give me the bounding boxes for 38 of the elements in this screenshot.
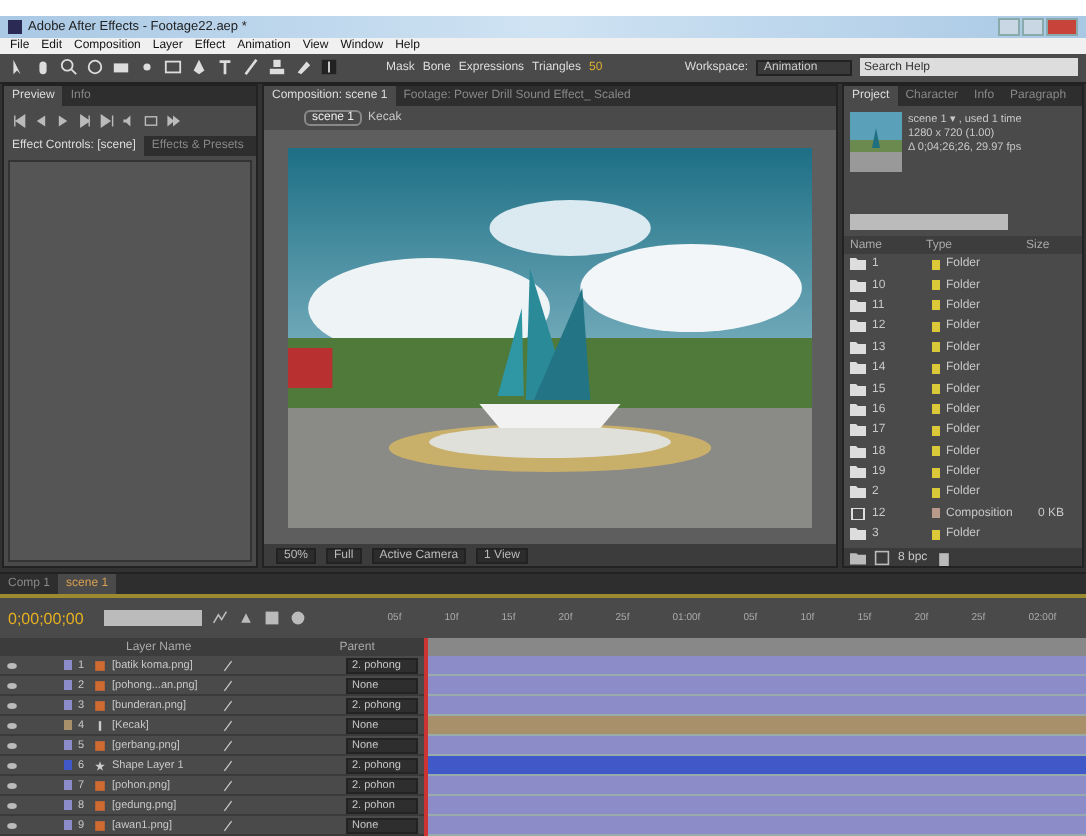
- rectangle-icon[interactable]: [164, 58, 182, 77]
- label-color[interactable]: [64, 760, 72, 770]
- ram-preview-icon[interactable]: [166, 114, 180, 128]
- image-icon[interactable]: [94, 739, 106, 751]
- label-color[interactable]: [64, 740, 72, 750]
- star-icon[interactable]: [94, 759, 106, 771]
- close-button[interactable]: [1046, 17, 1078, 36]
- stamp-icon[interactable]: [268, 58, 286, 77]
- hand-icon[interactable]: [34, 58, 52, 77]
- label-color[interactable]: [64, 800, 72, 810]
- current-time[interactable]: 0;00;00;00: [8, 609, 94, 627]
- graph-icon[interactable]: [212, 610, 228, 626]
- layer-bar[interactable]: [428, 756, 1086, 776]
- zoom-icon[interactable]: [60, 58, 78, 77]
- pen-icon[interactable]: [190, 58, 208, 77]
- label-color[interactable]: [64, 780, 72, 790]
- composition-icon[interactable]: [874, 549, 890, 565]
- audio-icon[interactable]: [122, 114, 136, 128]
- eraser-icon[interactable]: [294, 58, 312, 77]
- last-frame-icon[interactable]: [100, 114, 114, 128]
- search-field[interactable]: [104, 610, 202, 626]
- label-color[interactable]: [64, 700, 72, 710]
- label-color[interactable]: [64, 720, 72, 730]
- label-color[interactable]: [64, 680, 72, 690]
- audio-icon[interactable]: [94, 719, 106, 731]
- label-color[interactable]: [64, 820, 72, 830]
- composition-icon: [850, 507, 866, 520]
- loop-icon[interactable]: [144, 114, 158, 128]
- arrow-icon[interactable]: [8, 58, 26, 77]
- search-field[interactable]: [850, 214, 1008, 230]
- first-frame-icon[interactable]: [12, 114, 26, 128]
- next-frame-icon[interactable]: [78, 114, 92, 128]
- previous-frame-icon[interactable]: [34, 114, 48, 128]
- brush-icon[interactable]: [242, 58, 260, 77]
- play-icon[interactable]: [56, 114, 70, 128]
- text-icon[interactable]: [216, 58, 234, 77]
- label-color[interactable]: [64, 660, 72, 670]
- app-icon: [8, 19, 22, 34]
